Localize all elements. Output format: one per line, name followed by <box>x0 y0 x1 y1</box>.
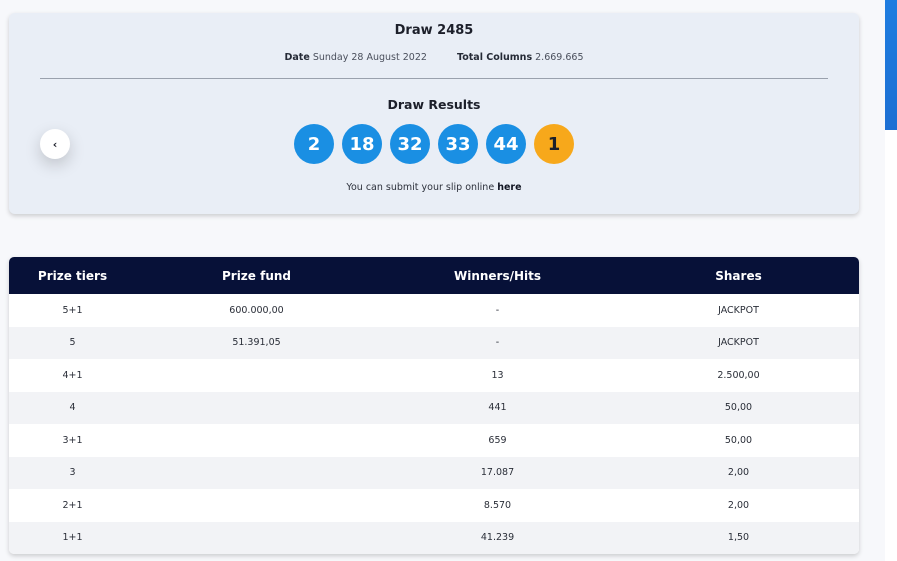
cell-prize-fund: 600.000,00 <box>229 304 284 316</box>
number-ball: 2 <box>294 124 334 164</box>
table-row: 3+1 659 50,00 <box>9 424 859 457</box>
date-label: Date <box>284 52 310 63</box>
table-row: 5 51.391,05 - JACKPOT <box>9 326 859 359</box>
draw-meta: Date Sunday 28 August 2022 Total Columns… <box>9 52 859 63</box>
cell-shares: 50,00 <box>724 402 753 414</box>
submit-slip-text: You can submit your slip online <box>346 182 495 193</box>
cell-winners: 13 <box>491 369 504 381</box>
cell-prize-tier: 1+1 <box>62 532 83 544</box>
cell-winners: 41.239 <box>480 532 515 544</box>
column-header-shares: Shares <box>715 268 762 283</box>
page: Draw 2485 Date Sunday 28 August 2022 Tot… <box>0 0 897 561</box>
cell-winners: 8.570 <box>483 499 512 511</box>
column-header-winners-hits: Winners/Hits <box>453 268 542 283</box>
number-ball: 44 <box>486 124 526 164</box>
cell-prize-tier: 3+1 <box>62 434 83 446</box>
number-ball: 33 <box>438 124 478 164</box>
draw-title: Draw 2485 <box>394 23 474 38</box>
right-accent-bar <box>885 0 897 130</box>
table-header: Prize tiers Prize fund Winners/Hits Shar… <box>9 257 859 294</box>
cell-shares: 1,50 <box>727 532 750 544</box>
table-row: 5+1 600.000,00 - JACKPOT <box>9 294 859 327</box>
table-row: 4 441 50,00 <box>9 391 859 424</box>
cell-prize-tier: 4+1 <box>62 369 83 381</box>
date-value: Sunday 28 August 2022 <box>312 52 427 63</box>
table-row: 3 17.087 2,00 <box>9 456 859 489</box>
cell-prize-tier: 4 <box>69 402 76 414</box>
cell-shares: JACKPOT <box>718 337 759 349</box>
table-row: 1+1 41.239 1,50 <box>9 521 859 554</box>
cell-shares: 2,00 <box>727 467 750 479</box>
column-header-prize-fund: Prize fund <box>221 268 292 283</box>
submit-slip-line: You can submit your slip online here <box>9 182 859 193</box>
cell-shares: JACKPOT <box>718 304 759 316</box>
draw-card: Draw 2485 Date Sunday 28 August 2022 Tot… <box>9 13 859 214</box>
cell-prize-tier: 3 <box>69 467 76 479</box>
table-row: 2+1 8.570 2,00 <box>9 489 859 522</box>
cell-prize-fund: 51.391,05 <box>232 337 281 349</box>
cell-shares: 2,00 <box>727 499 750 511</box>
total-columns-label: Total Columns <box>457 52 533 63</box>
divider <box>40 78 828 79</box>
cell-winners: 659 <box>488 434 507 446</box>
cell-shares: 50,00 <box>724 434 753 446</box>
column-header-prize-tiers: Prize tiers <box>37 268 108 283</box>
cell-winners: 441 <box>488 402 507 414</box>
winning-numbers: 2 18 32 33 44 1 <box>9 124 859 164</box>
cell-prize-tier: 5 <box>69 337 76 349</box>
table-row: 4+1 13 2.500,00 <box>9 359 859 392</box>
prize-table: Prize tiers Prize fund Winners/Hits Shar… <box>9 257 859 554</box>
number-ball: 18 <box>342 124 382 164</box>
table-body: 5+1 600.000,00 - JACKPOT 5 51.391,05 - J… <box>9 294 859 554</box>
submit-slip-link[interactable]: here <box>497 182 521 193</box>
cell-winners: 17.087 <box>480 467 515 479</box>
draw-results-title: Draw Results <box>387 97 481 112</box>
bonus-number-ball: 1 <box>534 124 574 164</box>
total-columns-value: 2.669.665 <box>535 52 584 63</box>
number-ball: 32 <box>390 124 430 164</box>
cell-winners: - <box>495 304 500 316</box>
cell-winners: - <box>495 337 500 349</box>
cell-shares: 2.500,00 <box>717 369 760 381</box>
cell-prize-tier: 5+1 <box>62 304 83 316</box>
cell-prize-tier: 2+1 <box>62 499 83 511</box>
